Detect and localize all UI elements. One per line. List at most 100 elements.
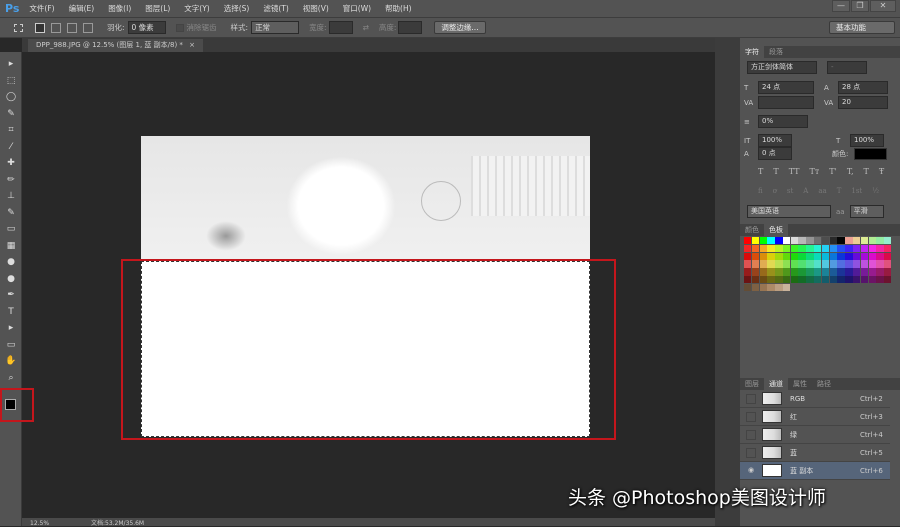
tab-character[interactable]: 字符	[740, 46, 764, 58]
color-swatch[interactable]	[790, 268, 799, 276]
color-swatch[interactable]	[845, 284, 852, 291]
color-swatch[interactable]	[852, 275, 861, 284]
color-swatch[interactable]	[759, 260, 767, 268]
swap-icon[interactable]: ⇄	[363, 23, 369, 32]
color-swatch[interactable]	[821, 237, 830, 245]
color-swatch[interactable]	[861, 284, 868, 291]
workspace-select[interactable]: 基本功能	[829, 21, 895, 34]
color-swatch[interactable]	[759, 283, 767, 292]
color-swatch[interactable]	[837, 237, 845, 245]
color-swatch[interactable]	[853, 284, 860, 291]
color-swatch[interactable]	[759, 275, 767, 284]
color-swatch[interactable]	[829, 268, 837, 276]
color-swatch[interactable]	[751, 275, 760, 284]
color-swatch[interactable]	[798, 268, 806, 276]
color-swatch[interactable]	[868, 260, 876, 268]
eyedropper-tool-icon[interactable]: ⁄	[0, 139, 22, 156]
path-select-tool-icon[interactable]: ▸	[0, 320, 22, 337]
opentype-button[interactable]: T	[837, 187, 842, 195]
subtract-selection-icon[interactable]	[67, 22, 77, 33]
tracking-input[interactable]: 20	[838, 96, 888, 109]
color-swatch[interactable]	[860, 268, 869, 276]
opentype-button[interactable]: st	[787, 187, 793, 195]
channel-row[interactable]: 蓝 Ctrl+5	[740, 444, 890, 462]
horizontal-scale-input[interactable]: 100%	[850, 134, 884, 147]
hand-tool-icon[interactable]: ✋	[0, 353, 22, 370]
color-swatch[interactable]	[782, 237, 791, 245]
color-swatch[interactable]	[860, 252, 869, 260]
zoom-tool-icon[interactable]: ⌕	[0, 370, 22, 387]
color-swatch[interactable]	[884, 275, 892, 284]
brush-tool-icon[interactable]: ✏	[0, 172, 22, 189]
color-swatch[interactable]	[751, 237, 760, 245]
color-swatch[interactable]	[798, 284, 805, 291]
color-swatch[interactable]	[767, 244, 775, 253]
refine-edge-button[interactable]: 调整边缘...	[434, 21, 486, 34]
color-swatch[interactable]	[845, 237, 853, 245]
color-swatch[interactable]	[751, 283, 760, 292]
color-swatch[interactable]	[775, 268, 783, 276]
tab-paths[interactable]: 路径	[812, 378, 836, 390]
color-swatch[interactable]	[860, 275, 869, 284]
color-swatch[interactable]	[884, 260, 892, 268]
color-swatch[interactable]	[814, 284, 821, 291]
color-swatch[interactable]	[830, 284, 837, 291]
color-swatch[interactable]	[821, 275, 830, 284]
color-swatch[interactable]	[876, 252, 884, 260]
healing-tool-icon[interactable]: ✚	[0, 155, 22, 172]
color-swatch[interactable]	[884, 237, 892, 245]
text-style-button[interactable]: T,	[847, 167, 854, 176]
color-swatch[interactable]	[790, 275, 799, 284]
opentype-button[interactable]: ơ	[773, 187, 777, 195]
color-swatch[interactable]	[837, 252, 845, 260]
color-swatch[interactable]	[845, 252, 853, 260]
text-style-button[interactable]: Tт	[810, 167, 820, 176]
color-swatch[interactable]	[775, 283, 783, 292]
color-swatch[interactable]	[744, 252, 752, 260]
color-swatch[interactable]	[767, 252, 775, 260]
color-swatch[interactable]	[790, 237, 799, 245]
color-swatch[interactable]	[814, 268, 822, 276]
color-swatch[interactable]	[744, 275, 752, 284]
color-swatch[interactable]	[798, 275, 806, 284]
antialias-checkbox[interactable]	[175, 23, 184, 32]
new-selection-icon[interactable]	[35, 22, 45, 33]
tab-properties[interactable]: 属性	[788, 378, 812, 390]
color-swatch[interactable]	[782, 283, 791, 292]
color-swatch[interactable]	[775, 244, 783, 253]
color-swatch[interactable]	[829, 252, 837, 260]
color-swatch[interactable]	[868, 237, 876, 245]
channel-row[interactable]: 绿 Ctrl+4	[740, 426, 890, 444]
color-swatch[interactable]	[837, 268, 845, 276]
color-swatch[interactable]	[829, 237, 837, 245]
color-swatch[interactable]	[806, 252, 814, 260]
color-swatch[interactable]	[845, 260, 853, 268]
color-swatch[interactable]	[868, 252, 876, 260]
close-button[interactable]: ✕	[870, 0, 896, 12]
color-swatch[interactable]	[868, 268, 876, 276]
restore-button[interactable]: ❐	[851, 0, 869, 12]
eye-icon[interactable]: ◉	[746, 466, 756, 476]
color-swatch[interactable]	[782, 260, 791, 268]
stamp-tool-icon[interactable]: ⊥	[0, 188, 22, 205]
intersect-selection-icon[interactable]	[83, 22, 93, 33]
channel-row[interactable]: ◉ 蓝 副本 Ctrl+6	[740, 462, 890, 480]
text-style-button[interactable]: T	[773, 167, 778, 176]
antialias-select[interactable]: 平滑	[849, 205, 884, 218]
color-swatch[interactable]	[775, 260, 783, 268]
color-swatch[interactable]	[814, 275, 822, 284]
opentype-button[interactable]: ½	[872, 187, 879, 195]
color-swatch[interactable]	[759, 244, 767, 253]
color-swatch[interactable]	[751, 252, 760, 260]
color-swatch[interactable]	[837, 284, 844, 291]
history-brush-tool-icon[interactable]: ✎	[0, 205, 22, 222]
color-swatch[interactable]	[868, 244, 876, 253]
color-swatch[interactable]	[806, 237, 814, 245]
visibility-toggle[interactable]	[746, 447, 756, 458]
color-swatch[interactable]	[767, 260, 775, 268]
color-swatch[interactable]	[876, 237, 884, 245]
opentype-button[interactable]: 1st	[851, 187, 862, 195]
opentype-button[interactable]: A	[803, 187, 808, 195]
tsume-input[interactable]: 0%	[758, 115, 808, 128]
color-swatch[interactable]	[751, 260, 760, 268]
